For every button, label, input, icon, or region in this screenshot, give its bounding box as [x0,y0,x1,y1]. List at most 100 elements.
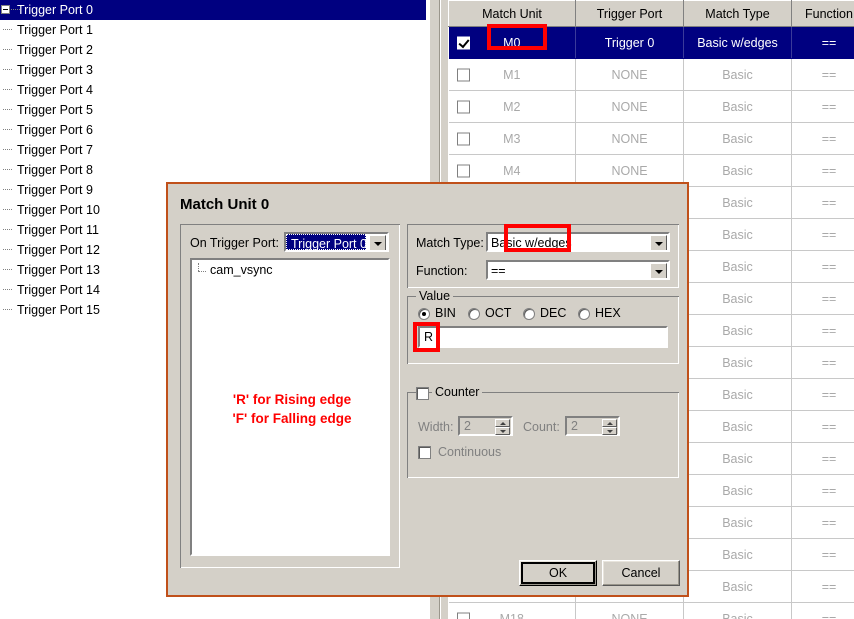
count-spinner[interactable]: 2 [565,416,620,436]
cell-match-type[interactable]: Basic [683,58,792,91]
table-row[interactable]: M18 NONE Basic == [448,602,854,619]
row-enable-checkbox[interactable] [456,36,470,49]
cell-function[interactable]: == [791,282,854,315]
radio-dot-icon[interactable] [418,308,430,320]
radio-dot-icon[interactable] [578,308,590,320]
cell-match-type[interactable]: Basic [683,378,792,411]
column-header-1[interactable]: Trigger Port [575,0,684,27]
cell-match-type[interactable]: Basic [683,250,792,283]
cell-function[interactable]: == [791,314,854,347]
spinner-down-icon[interactable] [602,427,617,435]
cell-match-unit[interactable]: M18 [448,602,576,619]
cancel-button[interactable]: Cancel [602,560,680,586]
cell-function[interactable]: == [791,570,854,603]
cell-match-type[interactable]: Basic [683,218,792,251]
cell-match-unit[interactable]: M1 [448,58,576,91]
collapse-icon[interactable] [1,5,10,14]
cell-function[interactable]: == [791,442,854,475]
cell-function[interactable]: == [791,474,854,507]
signal-tree[interactable]: cam_vsync 'R' for Rising edge 'F' for Fa… [190,258,390,556]
tree-item-trigger-port-5[interactable]: Trigger Port 5 [0,100,426,120]
row-enable-checkbox[interactable] [456,68,470,81]
cell-function[interactable]: == [791,58,854,91]
ok-button[interactable]: OK [519,560,597,586]
radio-dot-icon[interactable] [468,308,480,320]
spinner-down-icon[interactable] [495,427,510,435]
cell-function[interactable]: == [791,218,854,251]
cell-function[interactable]: == [791,154,854,187]
chevron-down-icon[interactable] [650,263,667,278]
cell-match-type[interactable]: Basic [683,186,792,219]
cell-match-type[interactable]: Basic [683,122,792,155]
cell-function[interactable]: == [791,26,854,59]
trigger-port-combo[interactable]: Trigger Port 0 [284,232,389,252]
tree-item-trigger-port-0[interactable]: Trigger Port 0 [0,0,443,20]
row-enable-checkbox[interactable] [456,164,470,177]
tree-item-trigger-port-2[interactable]: Trigger Port 2 [0,40,426,60]
row-enable-checkbox[interactable] [456,132,470,145]
tree-item-trigger-port-7[interactable]: Trigger Port 7 [0,140,426,160]
width-spinner[interactable]: 2 [458,416,513,436]
cell-match-type[interactable]: Basic [683,346,792,379]
cell-match-type[interactable]: Basic [683,410,792,443]
counter-checkbox[interactable] [416,387,429,400]
cell-match-type[interactable]: Basic [683,90,792,123]
cell-function[interactable]: == [791,346,854,379]
cell-match-type[interactable]: Basic [683,282,792,315]
trigger-port-combo-value: Trigger Port 0 [286,234,367,250]
cell-function[interactable]: == [791,538,854,571]
cell-function[interactable]: == [791,506,854,539]
radio-dot-icon[interactable] [523,308,535,320]
cell-function[interactable]: == [791,378,854,411]
tree-item-trigger-port-8[interactable]: Trigger Port 8 [0,160,426,180]
cell-trigger-port[interactable]: Trigger 0 [575,26,684,59]
cell-match-type[interactable]: Basic w/edges [683,26,792,59]
cell-match-type[interactable]: Basic [683,538,792,571]
spinner-up-icon[interactable] [602,419,617,427]
cell-match-type[interactable]: Basic [683,442,792,475]
signal-tree-item[interactable]: cam_vsync [198,263,388,277]
column-header-0[interactable]: Match Unit [448,0,576,27]
cell-function[interactable]: == [791,122,854,155]
match-unit-dialog[interactable]: Match Unit 0 On Trigger Port: Trigger Po… [166,182,689,597]
cell-function[interactable]: == [791,602,854,619]
tree-item-trigger-port-1[interactable]: Trigger Port 1 [0,20,426,40]
row-enable-checkbox[interactable] [456,612,470,619]
cell-function[interactable]: == [791,250,854,283]
cell-match-unit[interactable]: M2 [448,90,576,123]
column-header-2[interactable]: Match Type [683,0,792,27]
chevron-down-icon[interactable] [369,235,386,250]
cell-match-unit[interactable]: M0 [448,26,576,59]
cell-match-type[interactable]: Basic [683,314,792,347]
tree-item-trigger-port-3[interactable]: Trigger Port 3 [0,60,426,80]
table-row[interactable]: M3 NONE Basic == [448,122,854,155]
function-combo[interactable]: == [486,260,670,280]
cell-match-type[interactable]: Basic [683,154,792,187]
cell-trigger-port[interactable]: NONE [575,122,684,155]
row-enable-checkbox[interactable] [456,100,470,113]
cell-function[interactable]: == [791,186,854,219]
cell-match-type[interactable]: Basic [683,570,792,603]
cell-trigger-port[interactable]: NONE [575,58,684,91]
value-input[interactable]: R [418,326,668,348]
cell-function[interactable]: == [791,90,854,123]
cell-match-type[interactable]: Basic [683,506,792,539]
chevron-down-icon[interactable] [650,235,667,250]
table-row[interactable]: M0 Trigger 0 Basic w/edges == [448,26,854,59]
match-type-combo[interactable]: Basic w/edges [486,232,670,252]
column-header-3[interactable]: Function [791,0,854,27]
table-row[interactable]: M1 NONE Basic == [448,58,854,91]
cell-trigger-port[interactable]: NONE [575,602,684,619]
cell-trigger-port[interactable]: NONE [575,90,684,123]
cell-match-type[interactable]: Basic [683,602,792,619]
continuous-checkbox[interactable] [418,446,431,459]
spinner-up-icon[interactable] [495,419,510,427]
width-spinner-buttons[interactable] [495,419,510,435]
tree-item-trigger-port-6[interactable]: Trigger Port 6 [0,120,426,140]
cell-function[interactable]: == [791,410,854,443]
table-row[interactable]: M2 NONE Basic == [448,90,854,123]
cell-match-unit[interactable]: M3 [448,122,576,155]
tree-item-trigger-port-4[interactable]: Trigger Port 4 [0,80,426,100]
cell-match-type[interactable]: Basic [683,474,792,507]
count-spinner-buttons[interactable] [602,419,617,435]
